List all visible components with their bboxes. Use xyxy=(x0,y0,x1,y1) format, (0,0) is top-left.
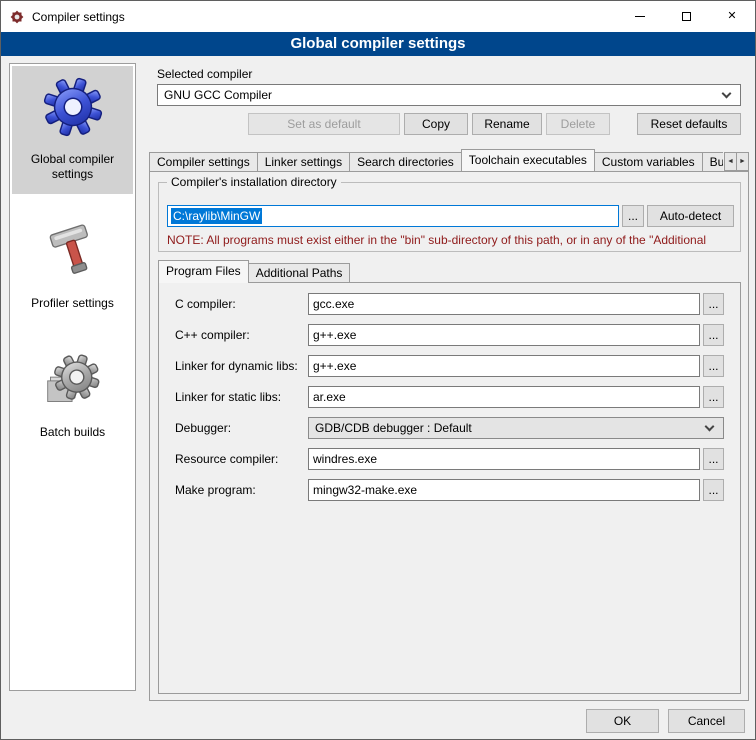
ok-button[interactable]: OK xyxy=(586,709,659,733)
program-files-page: C compiler: ... C++ compiler: ... Linker… xyxy=(158,282,741,694)
profiler-tool-icon xyxy=(14,220,131,284)
cpp-compiler-input[interactable] xyxy=(308,324,700,346)
cpp-compiler-label: C++ compiler: xyxy=(175,328,308,342)
tab-linker-settings[interactable]: Linker settings xyxy=(257,152,350,171)
main-panel: Selected compiler GNU GCC Compiler Set a… xyxy=(146,63,749,701)
maximize-button[interactable] xyxy=(663,1,709,32)
static-linker-label: Linker for static libs: xyxy=(175,390,308,404)
chevron-down-icon xyxy=(722,88,732,98)
tab-additional-paths[interactable]: Additional Paths xyxy=(248,263,351,282)
field-row-cpp-compiler: C++ compiler: ... xyxy=(175,324,724,346)
installation-directory-group-title: Compiler's installation directory xyxy=(167,175,341,189)
dynamic-linker-browse-button[interactable]: ... xyxy=(703,355,724,377)
static-linker-input[interactable] xyxy=(308,386,700,408)
minimize-icon xyxy=(635,16,645,17)
tab-toolchain-executables[interactable]: Toolchain executables xyxy=(461,149,595,171)
resource-compiler-browse-button[interactable]: ... xyxy=(703,448,724,470)
debugger-dropdown[interactable]: GDB/CDB debugger : Default xyxy=(308,417,724,439)
installation-directory-value: C:\raylib\MinGW xyxy=(171,208,262,224)
field-row-resource-compiler: Resource compiler: ... xyxy=(175,448,724,470)
field-row-c-compiler: C compiler: ... xyxy=(175,293,724,315)
resource-compiler-label: Resource compiler: xyxy=(175,452,308,466)
dynamic-linker-input[interactable] xyxy=(308,355,700,377)
static-linker-browse-button[interactable]: ... xyxy=(703,386,724,408)
dynamic-linker-label: Linker for dynamic libs: xyxy=(175,359,308,373)
tab-scroll-right-button[interactable]: ► xyxy=(736,152,749,171)
field-row-make-program: Make program: ... xyxy=(175,479,724,501)
sidebar-item-label: Global compiler settings xyxy=(14,152,131,182)
arrow-left-icon: ◄ xyxy=(727,158,734,165)
copy-button[interactable]: Copy xyxy=(404,113,468,135)
selected-compiler-value: GNU GCC Compiler xyxy=(164,88,272,102)
toolchain-executables-page: Compiler's installation directory C:\ray… xyxy=(149,171,749,701)
app-icon xyxy=(9,9,25,25)
tab-scrollers: ◄ ► xyxy=(725,152,749,171)
sidebar-item-label: Batch builds xyxy=(14,425,131,440)
make-program-input[interactable] xyxy=(308,479,700,501)
reset-defaults-button[interactable]: Reset defaults xyxy=(637,113,741,135)
sidebar-item-batch-builds[interactable]: Batch builds xyxy=(12,339,133,452)
make-program-browse-button[interactable]: ... xyxy=(703,479,724,501)
c-compiler-input[interactable] xyxy=(308,293,700,315)
field-row-static-linker: Linker for static libs: ... xyxy=(175,386,724,408)
titlebar[interactable]: Compiler settings ✕ xyxy=(1,1,755,32)
sidebar-item-profiler-settings[interactable]: Profiler settings xyxy=(12,210,133,323)
installation-directory-browse-button[interactable]: ... xyxy=(622,205,644,227)
close-icon: ✕ xyxy=(727,11,736,22)
compiler-actions: Set as default Copy Rename Delete Reset … xyxy=(157,113,741,135)
resource-compiler-input[interactable] xyxy=(308,448,700,470)
c-compiler-label: C compiler: xyxy=(175,297,308,311)
dialog-header: Global compiler settings xyxy=(1,32,755,56)
debugger-label: Debugger: xyxy=(175,421,308,435)
tab-compiler-settings[interactable]: Compiler settings xyxy=(149,152,258,171)
cancel-button[interactable]: Cancel xyxy=(668,709,745,733)
debugger-value: GDB/CDB debugger : Default xyxy=(315,421,472,435)
settings-sidebar: Global compiler settings Profiler settin… xyxy=(9,63,136,691)
installation-directory-group: Compiler's installation directory C:\ray… xyxy=(158,182,741,252)
sidebar-item-global-compiler-settings[interactable]: Global compiler settings xyxy=(12,66,133,194)
sidebar-item-label: Profiler settings xyxy=(14,296,131,311)
rename-button[interactable]: Rename xyxy=(472,113,542,135)
maximize-icon xyxy=(682,12,691,21)
tabs-wrap: Compiler settings Linker settings Search… xyxy=(149,149,723,171)
field-row-dynamic-linker: Linker for dynamic libs: ... xyxy=(175,355,724,377)
delete-button[interactable]: Delete xyxy=(546,113,610,135)
tab-search-directories[interactable]: Search directories xyxy=(349,152,462,171)
make-program-label: Make program: xyxy=(175,483,308,497)
program-tabstrip: Program Files Additional Paths xyxy=(158,260,349,282)
settings-tabstrip: Compiler settings Linker settings Search… xyxy=(149,149,749,171)
installation-directory-row: C:\raylib\MinGW ... Auto-detect xyxy=(167,205,734,227)
window-title: Compiler settings xyxy=(32,10,125,24)
c-compiler-browse-button[interactable]: ... xyxy=(703,293,724,315)
selected-compiler-dropdown[interactable]: GNU GCC Compiler xyxy=(157,84,741,106)
arrow-right-icon: ► xyxy=(739,158,746,165)
grey-gear-icon xyxy=(14,349,131,413)
note-text: NOTE: All programs must exist either in … xyxy=(167,233,737,247)
auto-detect-button[interactable]: Auto-detect xyxy=(647,205,734,227)
tab-custom-variables[interactable]: Custom variables xyxy=(594,152,703,171)
compiler-settings-dialog: Compiler settings ✕ Global compiler sett… xyxy=(0,0,756,740)
field-row-debugger: Debugger: GDB/CDB debugger : Default xyxy=(175,417,724,439)
cpp-compiler-browse-button[interactable]: ... xyxy=(703,324,724,346)
close-button[interactable]: ✕ xyxy=(709,1,755,32)
installation-directory-input[interactable]: C:\raylib\MinGW xyxy=(167,205,619,227)
minimize-button[interactable] xyxy=(617,1,663,32)
selected-compiler-label: Selected compiler xyxy=(157,67,252,81)
chevron-down-icon xyxy=(705,421,715,431)
tab-build-options[interactable]: Buil xyxy=(702,152,723,171)
tab-program-files[interactable]: Program Files xyxy=(158,260,249,283)
window-controls: ✕ xyxy=(617,1,755,32)
blue-gear-icon xyxy=(14,76,131,140)
set-as-default-button[interactable]: Set as default xyxy=(248,113,400,135)
